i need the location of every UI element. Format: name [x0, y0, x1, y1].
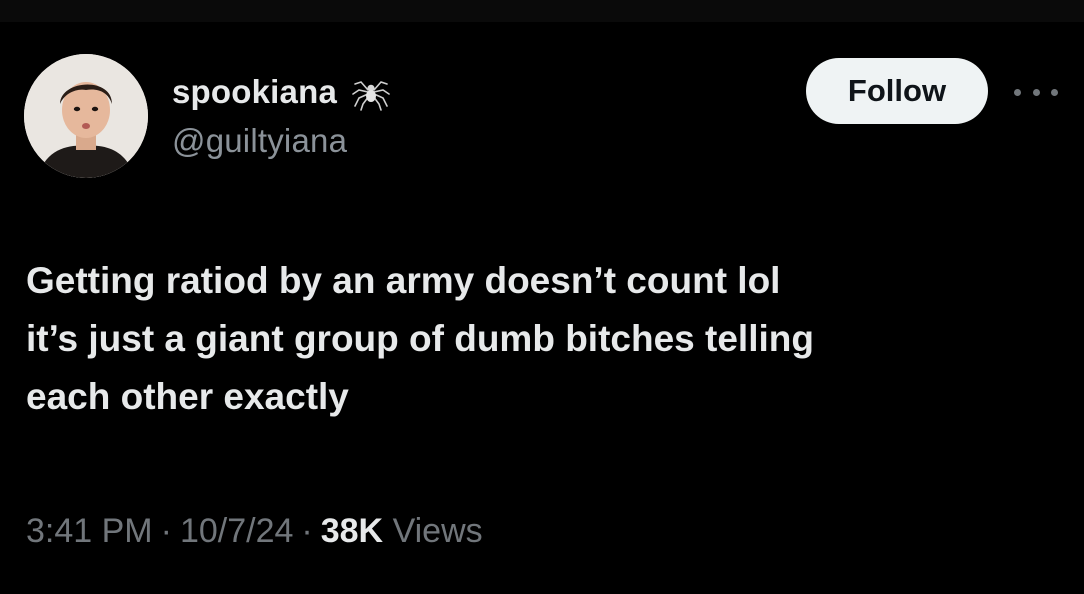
- tweet-meta: 3:41 PM · 10/7/24 · 38K Views: [26, 512, 483, 551]
- views-label: Views: [392, 512, 483, 550]
- spider-icon: [351, 72, 391, 112]
- display-name[interactable]: spookiana: [172, 73, 337, 111]
- separator: ·: [160, 512, 172, 550]
- tweet-text: Getting ratiod by an army doesn’t count …: [26, 252, 1066, 426]
- avatar[interactable]: [24, 54, 148, 178]
- user-avatar-icon: [24, 54, 148, 178]
- tweet-line: it’s just a giant group of dumb bitches …: [26, 318, 814, 359]
- follow-button[interactable]: Follow: [806, 58, 988, 124]
- author-handle[interactable]: @guiltyiana: [172, 122, 347, 160]
- tweet-date[interactable]: 10/7/24: [180, 512, 293, 550]
- dot: [1051, 88, 1058, 96]
- dot: [1014, 88, 1021, 96]
- more-options-icon[interactable]: [1014, 84, 1058, 100]
- tweet-line: Getting ratiod by an army doesn’t count …: [26, 260, 781, 301]
- tweet-line: each other exactly: [26, 376, 349, 417]
- views-count: 38K: [320, 512, 384, 550]
- tweet-time[interactable]: 3:41 PM: [26, 512, 153, 550]
- top-bar: [0, 0, 1084, 22]
- separator: ·: [301, 512, 313, 550]
- author-row: spookiana: [172, 72, 391, 112]
- dot: [1032, 88, 1040, 96]
